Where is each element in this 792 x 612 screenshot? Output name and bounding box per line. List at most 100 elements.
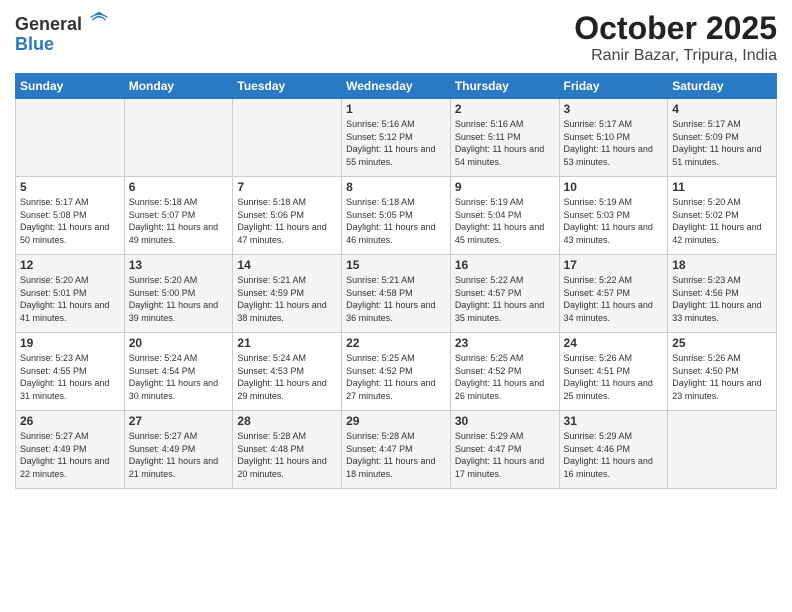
day-cell-1-0: 5 Sunrise: 5:17 AMSunset: 5:08 PMDayligh… [16,177,125,255]
day-number: 15 [346,258,446,272]
day-cell-4-2: 28 Sunrise: 5:28 AMSunset: 4:48 PMDaylig… [233,411,342,489]
header-thursday: Thursday [450,74,559,99]
day-cell-0-2 [233,99,342,177]
day-number: 13 [129,258,229,272]
day-info: Sunrise: 5:16 AMSunset: 5:11 PMDaylight:… [455,118,555,168]
day-number: 14 [237,258,337,272]
day-cell-2-0: 12 Sunrise: 5:20 AMSunset: 5:01 PMDaylig… [16,255,125,333]
day-cell-2-6: 18 Sunrise: 5:23 AMSunset: 4:56 PMDaylig… [668,255,777,333]
day-number: 19 [20,336,120,350]
day-info: Sunrise: 5:23 AMSunset: 4:56 PMDaylight:… [672,274,772,324]
day-info: Sunrise: 5:20 AMSunset: 5:02 PMDaylight:… [672,196,772,246]
day-cell-0-6: 4 Sunrise: 5:17 AMSunset: 5:09 PMDayligh… [668,99,777,177]
day-info: Sunrise: 5:17 AMSunset: 5:09 PMDaylight:… [672,118,772,168]
day-number: 22 [346,336,446,350]
day-number: 18 [672,258,772,272]
day-number: 6 [129,180,229,194]
day-cell-1-1: 6 Sunrise: 5:18 AMSunset: 5:07 PMDayligh… [124,177,233,255]
day-number: 7 [237,180,337,194]
day-number: 5 [20,180,120,194]
day-cell-1-3: 8 Sunrise: 5:18 AMSunset: 5:05 PMDayligh… [342,177,451,255]
location-subtitle: Ranir Bazar, Tripura, India [574,47,777,65]
day-info: Sunrise: 5:21 AMSunset: 4:59 PMDaylight:… [237,274,337,324]
day-cell-3-3: 22 Sunrise: 5:25 AMSunset: 4:52 PMDaylig… [342,333,451,411]
day-info: Sunrise: 5:25 AMSunset: 4:52 PMDaylight:… [455,352,555,402]
day-info: Sunrise: 5:29 AMSunset: 4:46 PMDaylight:… [564,430,664,480]
day-number: 31 [564,414,664,428]
logo: General Blue [15,10,109,55]
day-number: 24 [564,336,664,350]
day-cell-4-6 [668,411,777,489]
day-number: 11 [672,180,772,194]
header-friday: Friday [559,74,668,99]
day-number: 23 [455,336,555,350]
day-cell-0-0 [16,99,125,177]
calendar-table: Sunday Monday Tuesday Wednesday Thursday… [15,73,777,489]
day-info: Sunrise: 5:17 AMSunset: 5:08 PMDaylight:… [20,196,120,246]
day-cell-3-1: 20 Sunrise: 5:24 AMSunset: 4:54 PMDaylig… [124,333,233,411]
day-cell-3-4: 23 Sunrise: 5:25 AMSunset: 4:52 PMDaylig… [450,333,559,411]
day-info: Sunrise: 5:24 AMSunset: 4:54 PMDaylight:… [129,352,229,402]
day-info: Sunrise: 5:19 AMSunset: 5:04 PMDaylight:… [455,196,555,246]
day-cell-3-6: 25 Sunrise: 5:26 AMSunset: 4:50 PMDaylig… [668,333,777,411]
day-cell-4-3: 29 Sunrise: 5:28 AMSunset: 4:47 PMDaylig… [342,411,451,489]
day-cell-1-2: 7 Sunrise: 5:18 AMSunset: 5:06 PMDayligh… [233,177,342,255]
day-cell-3-2: 21 Sunrise: 5:24 AMSunset: 4:53 PMDaylig… [233,333,342,411]
day-number: 12 [20,258,120,272]
day-cell-3-0: 19 Sunrise: 5:23 AMSunset: 4:55 PMDaylig… [16,333,125,411]
day-number: 21 [237,336,337,350]
day-number: 20 [129,336,229,350]
main-container: General Blue October 2025 Ranir Bazar, T… [0,0,792,499]
title-area: October 2025 Ranir Bazar, Tripura, India [574,10,777,65]
logo-icon [89,10,109,30]
day-number: 17 [564,258,664,272]
day-cell-0-5: 3 Sunrise: 5:17 AMSunset: 5:10 PMDayligh… [559,99,668,177]
day-cell-4-0: 26 Sunrise: 5:27 AMSunset: 4:49 PMDaylig… [16,411,125,489]
weekday-header-row: Sunday Monday Tuesday Wednesday Thursday… [16,74,777,99]
day-info: Sunrise: 5:18 AMSunset: 5:06 PMDaylight:… [237,196,337,246]
day-info: Sunrise: 5:29 AMSunset: 4:47 PMDaylight:… [455,430,555,480]
day-info: Sunrise: 5:28 AMSunset: 4:48 PMDaylight:… [237,430,337,480]
day-info: Sunrise: 5:16 AMSunset: 5:12 PMDaylight:… [346,118,446,168]
day-info: Sunrise: 5:20 AMSunset: 5:01 PMDaylight:… [20,274,120,324]
week-row-3: 19 Sunrise: 5:23 AMSunset: 4:55 PMDaylig… [16,333,777,411]
day-info: Sunrise: 5:23 AMSunset: 4:55 PMDaylight:… [20,352,120,402]
day-cell-3-5: 24 Sunrise: 5:26 AMSunset: 4:51 PMDaylig… [559,333,668,411]
day-info: Sunrise: 5:22 AMSunset: 4:57 PMDaylight:… [564,274,664,324]
day-info: Sunrise: 5:21 AMSunset: 4:58 PMDaylight:… [346,274,446,324]
day-cell-1-5: 10 Sunrise: 5:19 AMSunset: 5:03 PMDaylig… [559,177,668,255]
day-number: 2 [455,102,555,116]
day-cell-4-1: 27 Sunrise: 5:27 AMSunset: 4:49 PMDaylig… [124,411,233,489]
week-row-2: 12 Sunrise: 5:20 AMSunset: 5:01 PMDaylig… [16,255,777,333]
day-number: 29 [346,414,446,428]
header-saturday: Saturday [668,74,777,99]
header: General Blue October 2025 Ranir Bazar, T… [15,10,777,65]
header-tuesday: Tuesday [233,74,342,99]
day-info: Sunrise: 5:20 AMSunset: 5:00 PMDaylight:… [129,274,229,324]
day-cell-1-4: 9 Sunrise: 5:19 AMSunset: 5:04 PMDayligh… [450,177,559,255]
week-row-0: 1 Sunrise: 5:16 AMSunset: 5:12 PMDayligh… [16,99,777,177]
day-info: Sunrise: 5:19 AMSunset: 5:03 PMDaylight:… [564,196,664,246]
header-wednesday: Wednesday [342,74,451,99]
day-number: 27 [129,414,229,428]
day-info: Sunrise: 5:18 AMSunset: 5:05 PMDaylight:… [346,196,446,246]
day-cell-4-5: 31 Sunrise: 5:29 AMSunset: 4:46 PMDaylig… [559,411,668,489]
day-cell-1-6: 11 Sunrise: 5:20 AMSunset: 5:02 PMDaylig… [668,177,777,255]
logo-blue: Blue [15,34,109,55]
day-info: Sunrise: 5:27 AMSunset: 4:49 PMDaylight:… [20,430,120,480]
day-number: 25 [672,336,772,350]
day-cell-4-4: 30 Sunrise: 5:29 AMSunset: 4:47 PMDaylig… [450,411,559,489]
day-cell-2-1: 13 Sunrise: 5:20 AMSunset: 5:00 PMDaylig… [124,255,233,333]
day-cell-0-4: 2 Sunrise: 5:16 AMSunset: 5:11 PMDayligh… [450,99,559,177]
header-monday: Monday [124,74,233,99]
day-info: Sunrise: 5:22 AMSunset: 4:57 PMDaylight:… [455,274,555,324]
day-info: Sunrise: 5:26 AMSunset: 4:50 PMDaylight:… [672,352,772,402]
day-number: 4 [672,102,772,116]
day-info: Sunrise: 5:17 AMSunset: 5:10 PMDaylight:… [564,118,664,168]
day-info: Sunrise: 5:26 AMSunset: 4:51 PMDaylight:… [564,352,664,402]
day-cell-0-3: 1 Sunrise: 5:16 AMSunset: 5:12 PMDayligh… [342,99,451,177]
day-number: 8 [346,180,446,194]
day-cell-2-3: 15 Sunrise: 5:21 AMSunset: 4:58 PMDaylig… [342,255,451,333]
day-info: Sunrise: 5:25 AMSunset: 4:52 PMDaylight:… [346,352,446,402]
day-info: Sunrise: 5:27 AMSunset: 4:49 PMDaylight:… [129,430,229,480]
